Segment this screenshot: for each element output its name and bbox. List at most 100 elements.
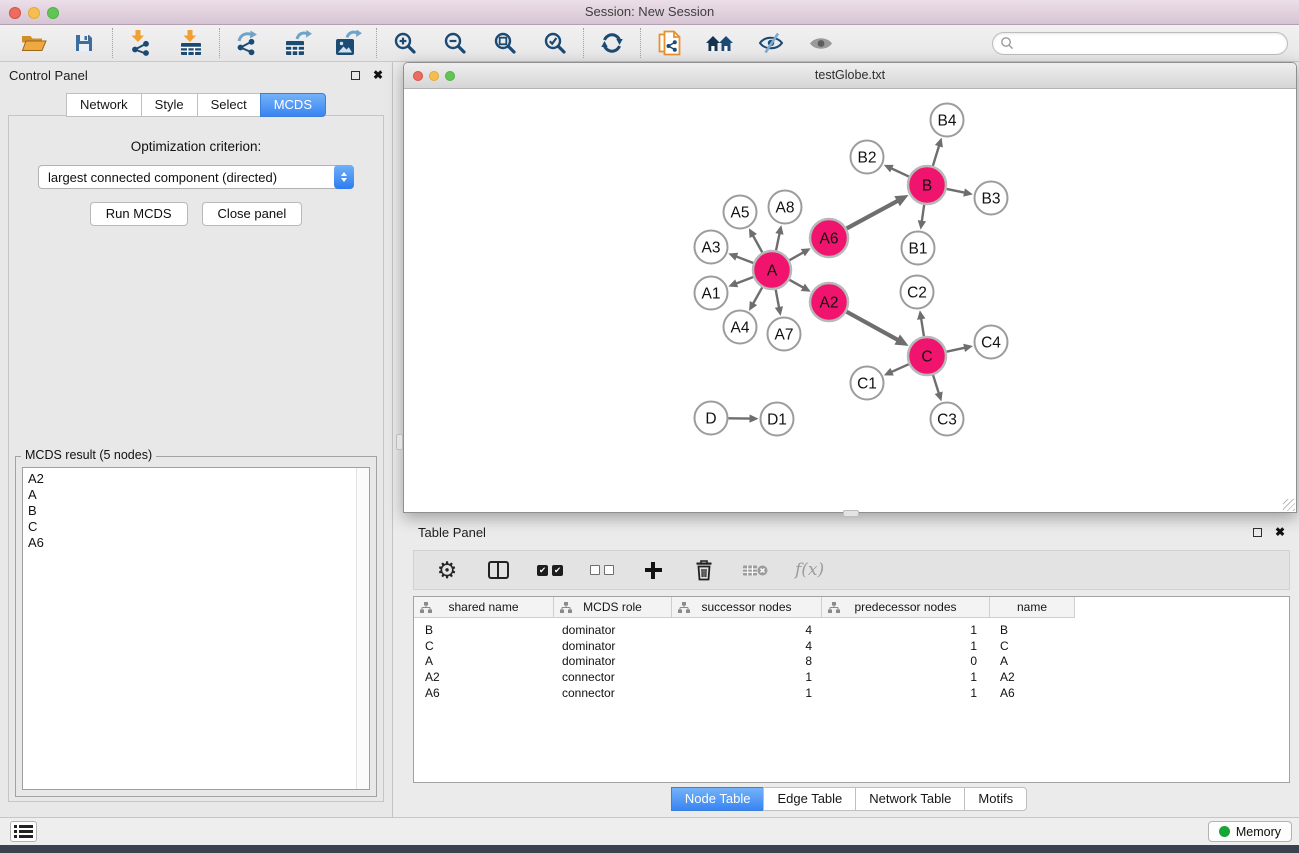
zoom-out-icon[interactable] bbox=[441, 28, 469, 58]
import-table-icon[interactable] bbox=[177, 28, 205, 58]
graph-node-label-A5: A5 bbox=[731, 205, 750, 222]
memory-button[interactable]: Memory bbox=[1208, 821, 1292, 842]
graph-svg: B4B2BB3A8A5A6B1A3AC2A1A2A4A7C4CC1C3DD1 bbox=[404, 89, 1296, 512]
graph-edge-A-A3[interactable] bbox=[735, 256, 753, 263]
close-panel-button[interactable]: Close panel bbox=[202, 202, 303, 226]
zoom-view-button[interactable] bbox=[445, 71, 455, 81]
zoom-window-button[interactable] bbox=[47, 7, 59, 19]
graph-edge-A-A8[interactable] bbox=[776, 232, 780, 250]
close-panel-icon[interactable]: ✖ bbox=[373, 69, 383, 81]
hide-visual-properties-icon[interactable] bbox=[757, 28, 785, 58]
table-row[interactable]: A6 connector 1 1 A6 bbox=[414, 685, 1289, 701]
zoom-in-icon[interactable] bbox=[391, 28, 419, 58]
mcds-result-list[interactable]: A2 A B C A6 bbox=[22, 467, 370, 790]
titlebar: Session: New Session bbox=[0, 0, 1299, 25]
column-header[interactable]: shared name bbox=[414, 597, 554, 617]
tab-motifs[interactable]: Motifs bbox=[964, 787, 1027, 811]
close-table-panel-icon[interactable]: ✖ bbox=[1275, 526, 1285, 538]
horizontal-split-handle[interactable] bbox=[396, 434, 403, 450]
export-image-icon[interactable] bbox=[334, 28, 362, 58]
float-panel-icon[interactable] bbox=[351, 71, 360, 80]
float-table-panel-icon[interactable] bbox=[1253, 528, 1262, 537]
graph-edge-A-A6[interactable] bbox=[789, 252, 804, 260]
tab-node-table[interactable]: Node Table bbox=[671, 787, 764, 811]
refresh-view-icon[interactable] bbox=[598, 28, 626, 58]
minimize-view-button[interactable] bbox=[429, 71, 439, 81]
open-session-icon[interactable] bbox=[20, 28, 48, 58]
select-all-icon[interactable]: ✔✔ bbox=[537, 555, 563, 585]
graph-edge-B-B2[interactable] bbox=[891, 168, 909, 177]
graph-edge-A2-C[interactable] bbox=[847, 312, 899, 341]
mcds-result-item[interactable]: A2 bbox=[28, 471, 369, 487]
export-table-icon[interactable] bbox=[284, 28, 312, 58]
mcds-result-item[interactable]: A bbox=[28, 487, 369, 503]
search-box bbox=[992, 32, 1288, 55]
graph-edge-A-A1[interactable] bbox=[735, 277, 753, 284]
search-input[interactable] bbox=[1014, 35, 1280, 51]
column-header[interactable]: name bbox=[990, 597, 1075, 617]
list-scrollbar[interactable] bbox=[356, 468, 369, 789]
table-row[interactable]: A dominator 8 0 A bbox=[414, 654, 1289, 670]
optimization-criterion-select[interactable]: largest connected component (directed) bbox=[38, 165, 354, 189]
export-network-icon[interactable] bbox=[234, 28, 262, 58]
graph-edge-B-B4[interactable] bbox=[933, 145, 939, 166]
save-session-icon[interactable] bbox=[70, 28, 98, 58]
network-window-titlebar[interactable]: testGlobe.txt bbox=[404, 63, 1296, 89]
minimize-window-button[interactable] bbox=[28, 7, 40, 19]
graph-edge-C-C3[interactable] bbox=[933, 375, 939, 394]
add-entry-icon[interactable] bbox=[641, 555, 665, 585]
tab-edge-table[interactable]: Edge Table bbox=[763, 787, 855, 811]
column-header[interactable]: successor nodes bbox=[672, 597, 822, 617]
task-history-button[interactable] bbox=[10, 821, 37, 842]
window-resize-grip[interactable] bbox=[1283, 499, 1295, 511]
deselect-all-icon[interactable] bbox=[590, 555, 614, 585]
table-row[interactable]: A2 connector 1 1 A2 bbox=[414, 669, 1289, 685]
column-header[interactable]: predecessor nodes bbox=[822, 597, 990, 617]
mcds-result-item[interactable]: C bbox=[28, 519, 369, 535]
zoom-selected-icon[interactable] bbox=[541, 28, 569, 58]
graph-edge-B-B3[interactable] bbox=[947, 189, 966, 193]
graph-edge-A6-B[interactable] bbox=[847, 200, 899, 228]
run-mcds-button[interactable]: Run MCDS bbox=[90, 202, 188, 226]
graph-node-label-A7: A7 bbox=[775, 327, 794, 344]
tab-mcds[interactable]: MCDS bbox=[260, 93, 326, 117]
graph-edge-B-B1[interactable] bbox=[922, 205, 924, 222]
graph-edge-C-C4[interactable] bbox=[947, 348, 966, 352]
table-row[interactable]: C dominator 4 1 C bbox=[414, 638, 1289, 654]
table-header-row: shared name MCDS role successor nodes pr… bbox=[414, 597, 1075, 618]
tab-style[interactable]: Style bbox=[141, 93, 197, 117]
tab-network[interactable]: Network bbox=[66, 93, 141, 117]
close-view-button[interactable] bbox=[413, 71, 423, 81]
graph-edge-A-A5[interactable] bbox=[753, 235, 763, 253]
import-network-icon[interactable] bbox=[127, 28, 155, 58]
table-panel: Table Panel ✖ ⚙ ✔✔ f(x) shared name bbox=[399, 518, 1299, 817]
split-panel-icon[interactable] bbox=[486, 555, 510, 585]
home-view-icon[interactable] bbox=[705, 28, 735, 58]
graph-node-label-C: C bbox=[921, 349, 932, 366]
tab-select[interactable]: Select bbox=[197, 93, 260, 117]
tab-network-table[interactable]: Network Table bbox=[855, 787, 964, 811]
control-panel-title: Control Panel bbox=[9, 68, 88, 83]
graph-edge-A-A4[interactable] bbox=[753, 287, 762, 304]
close-window-button[interactable] bbox=[9, 7, 21, 19]
mcds-result-item[interactable]: A6 bbox=[28, 535, 369, 551]
column-header[interactable]: MCDS role bbox=[554, 597, 672, 617]
show-visual-properties-icon[interactable] bbox=[807, 28, 835, 58]
graph-edge-C-C1[interactable] bbox=[891, 364, 909, 372]
status-bar: Memory bbox=[0, 817, 1299, 845]
table-row[interactable]: B dominator 4 1 B bbox=[414, 622, 1289, 638]
network-canvas[interactable]: B4B2BB3A8A5A6B1A3AC2A1A2A4A7C4CC1C3DD1 bbox=[404, 89, 1296, 512]
graph-edge-C-C2[interactable] bbox=[921, 318, 924, 337]
graph-edge-A-A2[interactable] bbox=[789, 280, 804, 288]
delete-columns-icon[interactable] bbox=[743, 555, 768, 585]
apply-function-icon[interactable]: f(x) bbox=[795, 555, 824, 585]
vertical-split-handle[interactable] bbox=[843, 510, 859, 517]
mcds-result-item[interactable]: B bbox=[28, 503, 369, 519]
edge-arrowhead bbox=[935, 138, 943, 148]
delete-entry-icon[interactable] bbox=[692, 555, 716, 585]
graph-node-label-A8: A8 bbox=[776, 200, 795, 217]
zoom-fit-icon[interactable] bbox=[491, 28, 519, 58]
graph-edge-A-A7[interactable] bbox=[776, 290, 780, 309]
table-settings-icon[interactable]: ⚙ bbox=[435, 555, 459, 585]
duplicate-network-icon[interactable] bbox=[655, 28, 683, 58]
